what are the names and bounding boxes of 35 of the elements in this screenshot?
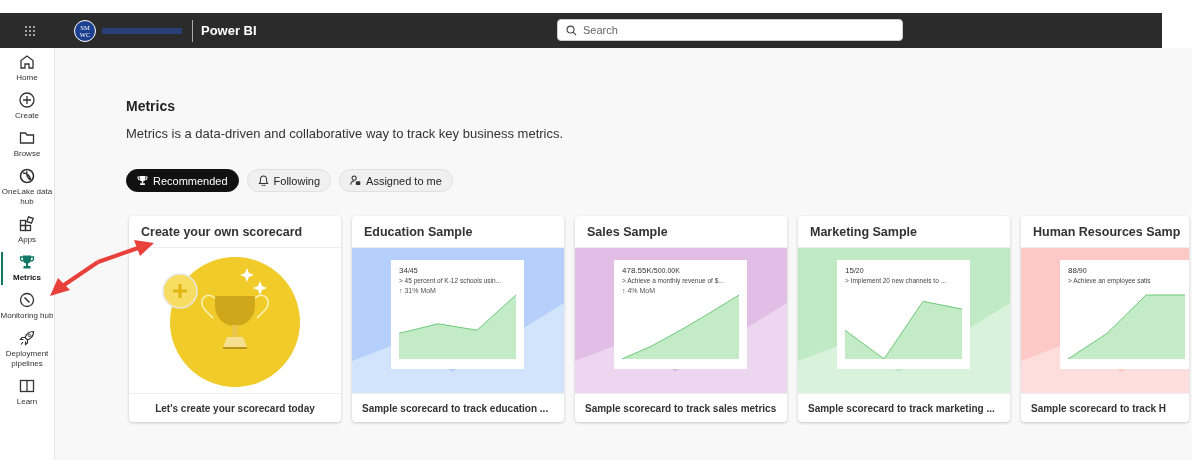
filter-tab[interactable]: Assigned to me: [339, 169, 453, 192]
filter-tab[interactable]: Recommended: [126, 169, 239, 192]
nav-item[interactable]: Learn: [0, 378, 55, 407]
nav-item[interactable]: Create: [0, 92, 55, 121]
card-footer: Let's create your scorecard today: [129, 393, 341, 422]
nav-item[interactable]: Deployment pipelines: [0, 330, 55, 369]
search-field[interactable]: Search: [557, 19, 903, 41]
person-icon: [350, 175, 362, 186]
nav-item[interactable]: Apps: [0, 216, 55, 245]
apps-icon: [19, 216, 35, 232]
plus-circle-icon: [19, 92, 35, 108]
folder-icon: [19, 130, 35, 146]
bell-icon: [257, 175, 269, 186]
filter-tab[interactable]: Following: [246, 169, 332, 192]
product-name: Power BI: [201, 23, 257, 38]
book-icon: [19, 378, 35, 394]
nav-item[interactable]: Home: [0, 54, 55, 83]
trophy-icon: [137, 175, 148, 186]
nav-item[interactable]: Metrics: [0, 254, 55, 283]
nav-item[interactable]: OneLake data hub: [0, 168, 55, 207]
card-footer: Sample scorecard to track marketing ...: [798, 393, 1010, 422]
home-icon: [19, 54, 35, 70]
compass-icon: [19, 292, 35, 308]
page-description: Metrics is a data-driven and collaborative way to track key business metrics.: [126, 126, 565, 141]
card-footer: Sample scorecard to track H: [1021, 393, 1189, 422]
scorecard-card[interactable]: Create your own scorecard Let's create your scorecard today: [129, 216, 341, 422]
nav-item[interactable]: Browse: [0, 130, 55, 159]
card-footer: Sample scorecard to track education ...: [352, 393, 564, 422]
globe-icon: [19, 168, 35, 184]
app-launcher-icon[interactable]: [24, 24, 36, 37]
page-title: Metrics: [126, 98, 177, 114]
trophy-icon: [19, 254, 35, 270]
nav-item[interactable]: Monitoring hub: [0, 292, 55, 321]
rocket-icon: [19, 330, 35, 346]
card-footer: Sample scorecard to track sales metrics: [575, 393, 787, 422]
